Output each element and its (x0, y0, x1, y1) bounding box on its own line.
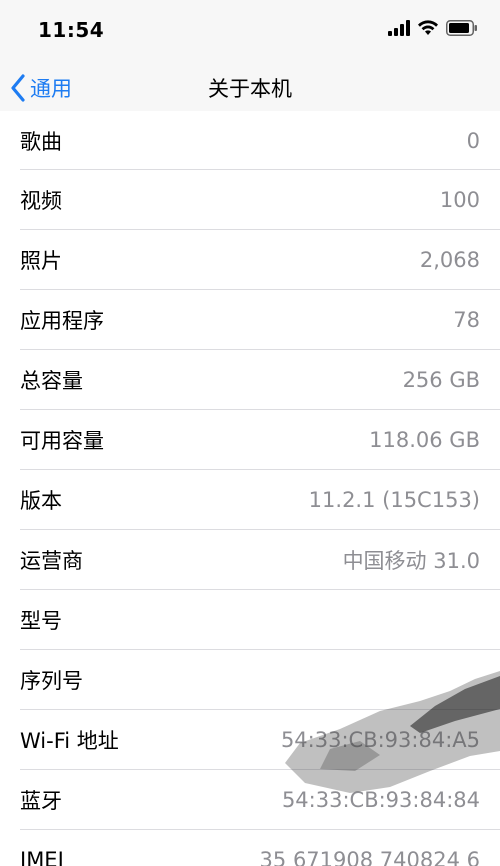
list-row-photos: 照片 2,068 (0, 230, 500, 290)
list-row-serial[interactable]: 序列号 (0, 650, 500, 710)
row-label: 照片 (20, 249, 62, 273)
status-bar: 11:54 (0, 0, 500, 58)
row-label: Wi-Fi 地址 (20, 729, 119, 753)
row-value: 2,068 (419, 248, 480, 272)
row-value: 78 (453, 308, 480, 332)
page-title: 关于本机 (208, 77, 292, 101)
status-time: 11:54 (38, 18, 105, 42)
list-row-videos: 视频 100 (0, 170, 500, 230)
list-row-wifi-address[interactable]: Wi-Fi 地址 54:33:CB:93:84:A5 (0, 710, 500, 770)
row-label: 型号 (20, 609, 62, 633)
list-row-model[interactable]: 型号 (0, 590, 500, 650)
row-label: 歌曲 (20, 129, 62, 154)
cellular-signal-icon (388, 20, 410, 40)
navigation-bar: 通用 关于本机 (0, 58, 500, 118)
row-label: 总容量 (20, 369, 83, 393)
row-value: 54:33:CB:93:84:84 (281, 788, 480, 812)
row-label: 运营商 (20, 549, 83, 573)
row-value: 11.2.1 (15C153) (308, 488, 480, 512)
list-row-imei[interactable]: IMEI 35 671908 740824 6 (0, 830, 500, 866)
row-value: 0 (466, 128, 480, 153)
row-label: 蓝牙 (20, 789, 62, 813)
row-value: 35 671908 740824 6 (259, 848, 480, 866)
battery-icon (446, 20, 478, 40)
row-label: 可用容量 (20, 429, 104, 453)
wifi-icon (417, 20, 439, 40)
row-value: 256 GB (402, 368, 480, 392)
row-label: 版本 (20, 489, 62, 513)
row-label: IMEI (20, 848, 64, 866)
list-row-carrier[interactable]: 运营商 中国移动 31.0 (0, 530, 500, 590)
list-row-songs: 歌曲 0 (0, 111, 500, 170)
row-value: 54:33:CB:93:84:A5 (280, 728, 480, 752)
list-row-available: 可用容量 118.06 GB (0, 410, 500, 470)
list-row-capacity: 总容量 256 GB (0, 350, 500, 410)
row-value: 100 (439, 188, 480, 212)
status-icons (388, 19, 478, 41)
row-value: 中国移动 31.0 (342, 549, 480, 573)
list-row-version[interactable]: 版本 11.2.1 (15C153) (0, 470, 500, 530)
list-row-applications: 应用程序 78 (0, 290, 500, 350)
row-label: 视频 (20, 189, 62, 213)
row-label: 应用程序 (20, 309, 104, 333)
list-row-bluetooth[interactable]: 蓝牙 54:33:CB:93:84:84 (0, 770, 500, 830)
about-info-list: 歌曲 0 视频 100 照片 2,068 应用程序 78 总容量 256 GB … (0, 111, 500, 866)
row-value: 118.06 GB (369, 428, 480, 452)
row-label: 序列号 (20, 669, 83, 693)
